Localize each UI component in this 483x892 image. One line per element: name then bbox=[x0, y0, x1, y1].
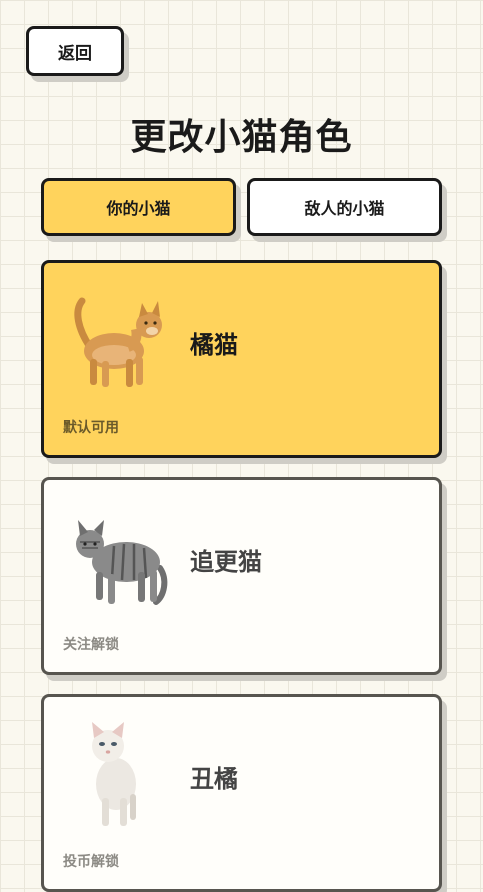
cat-card-white[interactable]: 丑橘 投币解锁 bbox=[41, 694, 442, 892]
cat-name: 丑橘 bbox=[190, 765, 238, 793]
cat-card-orange[interactable]: 橘猫 默认可用 bbox=[41, 260, 442, 458]
orange-cat-icon bbox=[74, 297, 162, 387]
cat-status: 投币解锁 bbox=[63, 854, 119, 870]
cat-status: 关注解锁 bbox=[63, 637, 119, 653]
gray-tabby-cat-icon bbox=[76, 520, 168, 605]
tab-your-cats[interactable]: 你的小猫 bbox=[41, 178, 236, 236]
white-cat-icon bbox=[92, 722, 136, 826]
cat-name: 橘猫 bbox=[190, 331, 238, 359]
cat-card-gray-tabby[interactable]: 追更猫 关注解锁 bbox=[41, 477, 442, 675]
page-title: 更改小猫角色 bbox=[130, 117, 353, 158]
back-button[interactable]: 返回 bbox=[26, 26, 124, 76]
cat-name: 追更猫 bbox=[190, 548, 262, 576]
tab-enemy-cats[interactable]: 敌人的小猫 bbox=[247, 178, 442, 236]
cat-status: 默认可用 bbox=[63, 420, 119, 436]
